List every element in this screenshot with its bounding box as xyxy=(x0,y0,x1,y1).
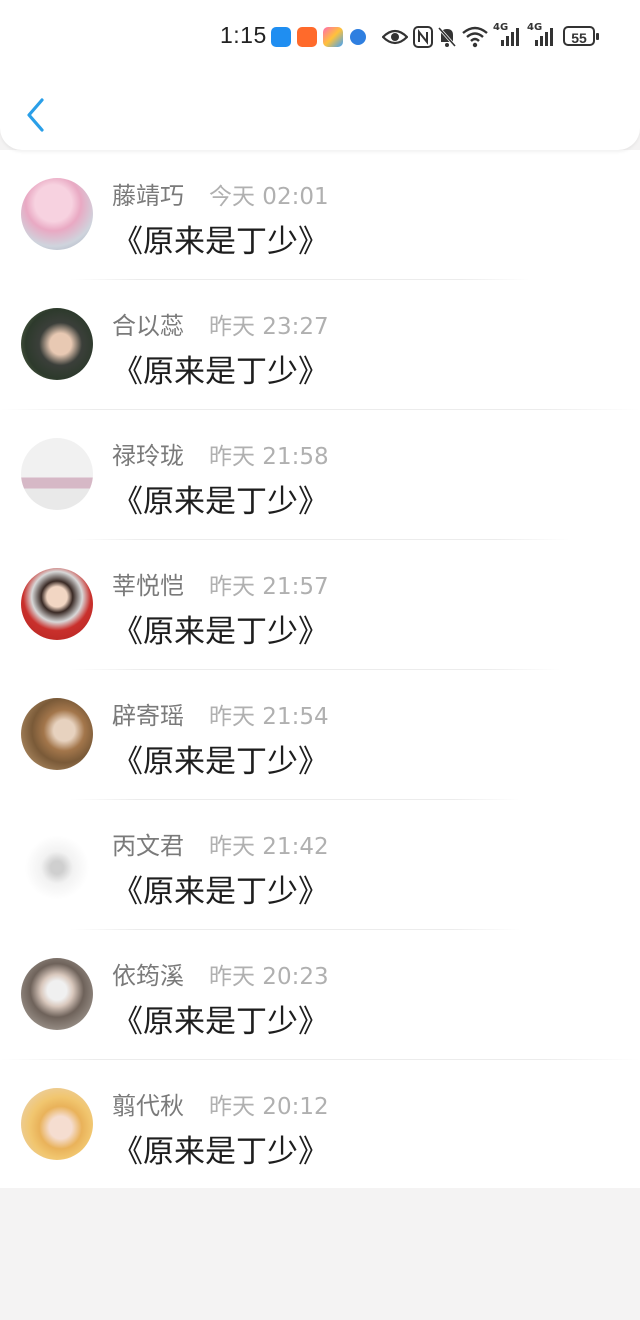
avatar[interactable] xyxy=(21,958,93,1030)
nfc-icon xyxy=(413,26,433,48)
mute-bell-icon xyxy=(437,27,457,47)
commenter-name[interactable]: 合以蕊 xyxy=(112,306,184,341)
comment-time: 昨天 21:58 xyxy=(209,444,329,470)
comment-list: 藤靖巧 今天 02:01 《原来是丁少》 合以蕊 昨天 23:27 《原来是丁少… xyxy=(0,150,640,1188)
battery-icon: 55 xyxy=(563,26,599,46)
comment-time: 昨天 20:12 xyxy=(209,1094,329,1120)
avatar[interactable] xyxy=(21,698,93,770)
comment-time: 昨天 20:23 xyxy=(209,964,329,990)
avatar[interactable] xyxy=(21,438,93,510)
comment-time: 昨天 21:42 xyxy=(209,834,329,860)
chat-app-icon xyxy=(271,27,291,47)
comment-text: 《原来是丁少》 xyxy=(112,224,329,260)
comment-text: 《原来是丁少》 xyxy=(112,874,329,910)
wifi-icon xyxy=(462,26,488,48)
comment-row[interactable]: 丙文君 昨天 21:42 《原来是丁少》 xyxy=(0,800,640,930)
comment-row[interactable]: 合以蕊 昨天 23:27 《原来是丁少》 xyxy=(0,280,640,410)
comment-row[interactable]: 翦代秋 昨天 20:12 《原来是丁少》 xyxy=(0,1060,640,1190)
comment-text: 《原来是丁少》 xyxy=(112,1134,329,1170)
commenter-name[interactable]: 禄玲珑 xyxy=(112,436,184,471)
top-bar: 1:15 4G 4G 55 xyxy=(0,0,640,150)
avatar[interactable] xyxy=(21,568,93,640)
comment-time: 昨天 21:54 xyxy=(209,704,329,730)
browser-app-icon xyxy=(350,29,366,45)
comment-text: 《原来是丁少》 xyxy=(112,354,329,390)
signal-1-icon xyxy=(501,28,519,46)
commenter-name[interactable]: 翦代秋 xyxy=(112,1086,184,1121)
comment-time: 今天 02:01 xyxy=(209,184,329,210)
avatar[interactable] xyxy=(21,1088,93,1160)
eye-icon xyxy=(382,29,408,45)
commenter-name[interactable]: 藤靖巧 xyxy=(112,176,184,211)
avatar[interactable] xyxy=(21,308,93,380)
status-bar: 1:15 4G 4G 55 xyxy=(0,22,640,54)
taobao-app-icon xyxy=(297,27,317,47)
store-app-icon xyxy=(323,27,343,47)
comment-row[interactable]: 藤靖巧 今天 02:01 《原来是丁少》 xyxy=(0,150,640,280)
comment-row[interactable]: 辟寄瑶 昨天 21:54 《原来是丁少》 xyxy=(0,670,640,800)
status-time: 1:15 xyxy=(220,22,267,48)
commenter-name[interactable]: 依筠溪 xyxy=(112,956,184,991)
signal-2-icon xyxy=(535,28,553,46)
commenter-name[interactable]: 莘悦恺 xyxy=(112,566,184,601)
comment-text: 《原来是丁少》 xyxy=(112,744,329,780)
comment-time: 昨天 21:57 xyxy=(209,574,329,600)
comment-text: 《原来是丁少》 xyxy=(112,1004,329,1040)
battery-level: 55 xyxy=(571,30,587,46)
chevron-left-icon[interactable] xyxy=(22,96,52,134)
commenter-name[interactable]: 辟寄瑶 xyxy=(112,696,184,731)
avatar[interactable] xyxy=(21,178,93,250)
comment-row[interactable]: 禄玲珑 昨天 21:58 《原来是丁少》 xyxy=(0,410,640,540)
comment-row[interactable]: 依筠溪 昨天 20:23 《原来是丁少》 xyxy=(0,930,640,1060)
avatar[interactable] xyxy=(21,828,93,900)
comment-time: 昨天 23:27 xyxy=(209,314,329,340)
comment-text: 《原来是丁少》 xyxy=(112,484,329,520)
comment-row[interactable]: 莘悦恺 昨天 21:57 《原来是丁少》 xyxy=(0,540,640,670)
commenter-name[interactable]: 丙文君 xyxy=(112,826,184,861)
comment-text: 《原来是丁少》 xyxy=(112,614,329,650)
